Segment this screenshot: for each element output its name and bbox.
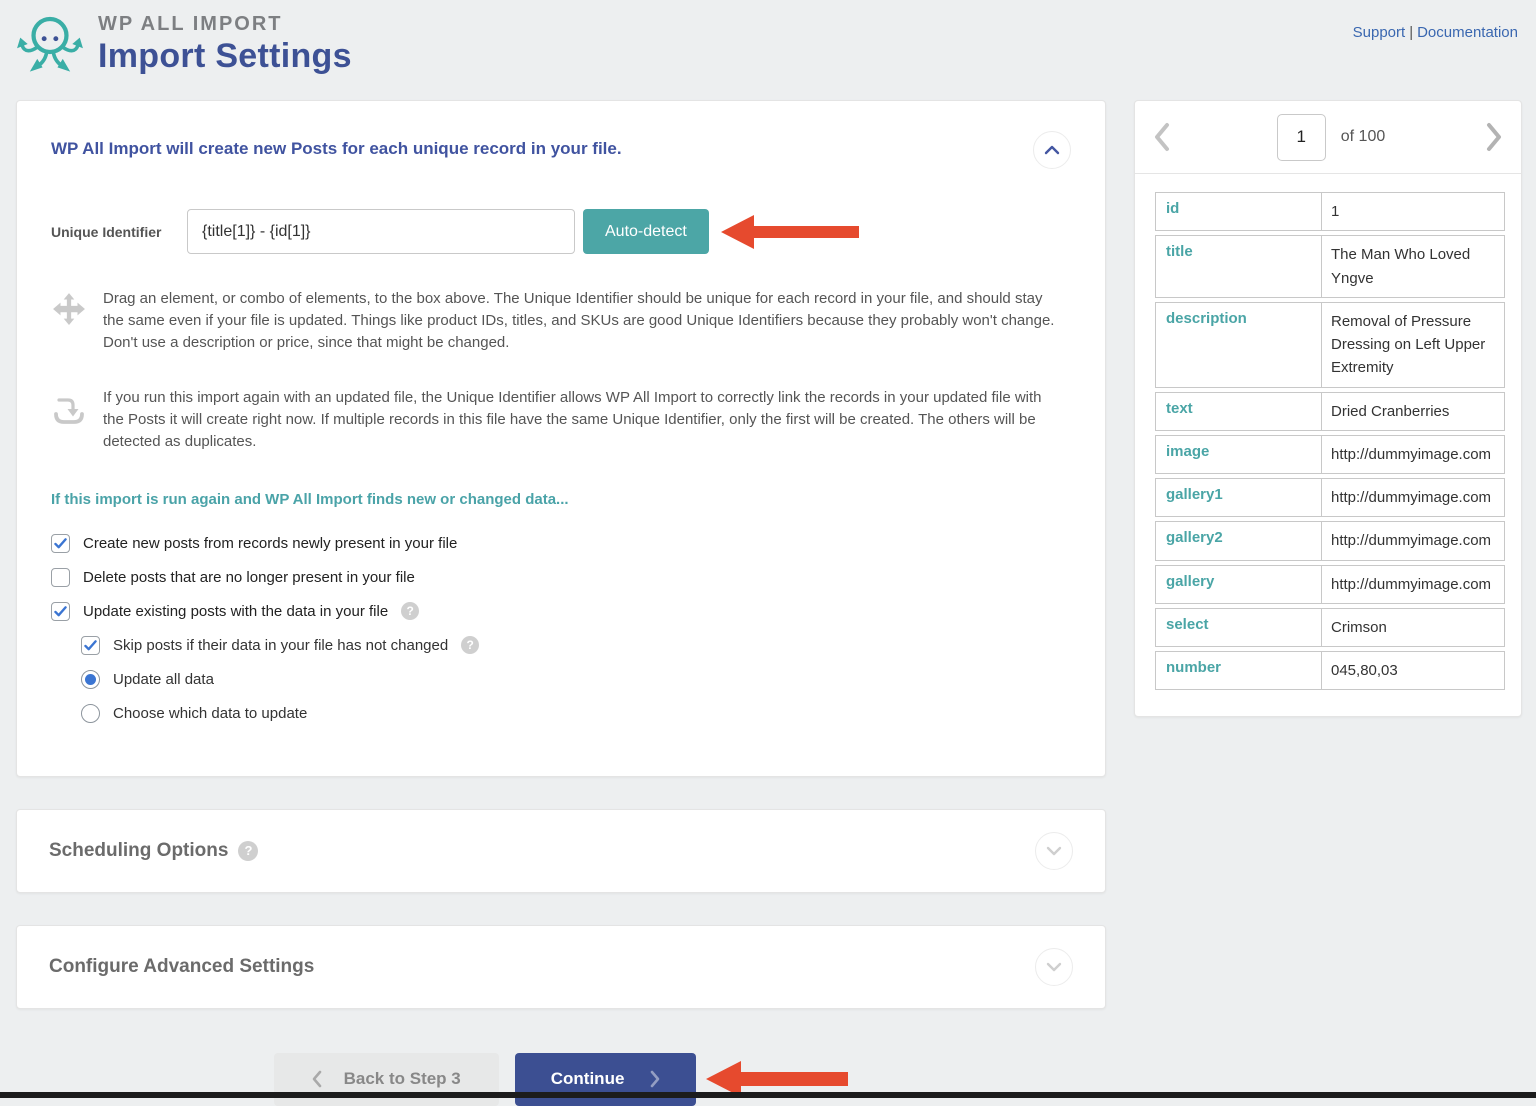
support-link[interactable]: Support bbox=[1353, 24, 1406, 41]
rerun-heading: If this import is run again and WP All I… bbox=[51, 491, 1071, 508]
record-count-label: of 100 bbox=[1341, 128, 1385, 146]
record-pagination: of 100 bbox=[1135, 101, 1521, 174]
record-key[interactable]: gallery1 bbox=[1156, 479, 1322, 516]
page-header: WP ALL IMPORT Import Settings Support|Do… bbox=[0, 0, 1536, 100]
record-number-input[interactable] bbox=[1277, 114, 1326, 161]
record-value: Crimson bbox=[1322, 609, 1504, 646]
record-key[interactable]: image bbox=[1156, 436, 1322, 473]
move-icon bbox=[52, 292, 86, 326]
advanced-settings-panel[interactable]: Configure Advanced Settings bbox=[16, 925, 1106, 1009]
drag-help-text: Drag an element, or combo of elements, t… bbox=[103, 288, 1065, 353]
record-value: http://dummyimage.com bbox=[1322, 522, 1504, 559]
option-label[interactable]: Choose which data to update bbox=[113, 705, 307, 722]
record-value: The Man Who Loved Yngve bbox=[1322, 236, 1504, 297]
record-value: http://dummyimage.com bbox=[1322, 566, 1504, 603]
brand-name: WP ALL IMPORT bbox=[98, 13, 352, 36]
download-icon bbox=[51, 391, 87, 427]
brand-block: WP ALL IMPORT Import Settings bbox=[16, 10, 352, 78]
option-label[interactable]: Create new posts from records newly pres… bbox=[83, 535, 457, 552]
octopus-logo-icon bbox=[16, 10, 84, 78]
chevron-right-icon bbox=[1486, 122, 1503, 152]
documentation-link[interactable]: Documentation bbox=[1417, 24, 1518, 41]
panel-heading: WP All Import will create new Posts for … bbox=[51, 131, 622, 159]
scheduling-options-panel[interactable]: Scheduling Options ? bbox=[16, 809, 1106, 893]
page-title: Import Settings bbox=[98, 37, 352, 76]
help-icon[interactable]: ? bbox=[238, 841, 258, 861]
chevron-down-icon bbox=[1046, 962, 1062, 972]
help-icon[interactable]: ? bbox=[401, 602, 419, 620]
check-icon bbox=[84, 640, 97, 651]
next-record-button[interactable] bbox=[1486, 122, 1503, 152]
check-icon bbox=[54, 606, 67, 617]
collapse-panel-button[interactable] bbox=[1033, 131, 1071, 169]
chevron-down-icon bbox=[1046, 846, 1062, 856]
table-row: gallery http://dummyimage.com bbox=[1155, 565, 1505, 604]
option-create-new-posts: Create new posts from records newly pres… bbox=[51, 534, 1071, 553]
record-key[interactable]: select bbox=[1156, 609, 1322, 646]
advanced-settings-title: Configure Advanced Settings bbox=[49, 956, 314, 978]
expand-advanced-button[interactable] bbox=[1035, 948, 1073, 986]
record-key[interactable]: title bbox=[1156, 236, 1322, 297]
back-button-label: Back to Step 3 bbox=[344, 1069, 461, 1089]
unique-identifier-label: Unique Identifier bbox=[51, 224, 187, 240]
delete-posts-checkbox[interactable] bbox=[51, 568, 70, 587]
check-icon bbox=[54, 538, 67, 549]
table-row: gallery1 http://dummyimage.com bbox=[1155, 478, 1505, 517]
table-row: title The Man Who Loved Yngve bbox=[1155, 235, 1505, 298]
chevron-right-icon bbox=[650, 1070, 660, 1088]
expand-scheduling-button[interactable] bbox=[1035, 832, 1073, 870]
red-arrow-annotation-icon bbox=[721, 213, 859, 251]
header-links: Support|Documentation bbox=[1353, 24, 1518, 41]
table-row: gallery2 http://dummyimage.com bbox=[1155, 521, 1505, 560]
option-label[interactable]: Update all data bbox=[113, 671, 214, 688]
chevron-left-icon bbox=[1153, 122, 1170, 152]
window-bottom-edge bbox=[0, 1092, 1536, 1098]
chevron-left-icon bbox=[312, 1070, 322, 1088]
record-table: id 1 title The Man Who Loved Yngve descr… bbox=[1135, 174, 1521, 716]
record-key[interactable]: gallery bbox=[1156, 566, 1322, 603]
option-update-existing: Update existing posts with the data in y… bbox=[51, 602, 1071, 621]
create-new-posts-checkbox[interactable] bbox=[51, 534, 70, 553]
record-value: 1 bbox=[1322, 193, 1504, 230]
table-row: image http://dummyimage.com bbox=[1155, 435, 1505, 474]
update-existing-checkbox[interactable] bbox=[51, 602, 70, 621]
option-label[interactable]: Skip posts if their data in your file ha… bbox=[113, 637, 448, 654]
record-value: http://dummyimage.com bbox=[1322, 479, 1504, 516]
table-row: text Dried Cranberries bbox=[1155, 392, 1505, 431]
record-key[interactable]: description bbox=[1156, 303, 1322, 387]
unique-identifier-input[interactable] bbox=[187, 209, 575, 254]
option-skip-posts: Skip posts if their data in your file ha… bbox=[81, 636, 1071, 655]
skip-posts-checkbox[interactable] bbox=[81, 636, 100, 655]
choose-data-radio[interactable] bbox=[81, 704, 100, 723]
record-key[interactable]: gallery2 bbox=[1156, 522, 1322, 559]
import-settings-panel: WP All Import will create new Posts for … bbox=[16, 100, 1106, 777]
scheduling-options-title: Scheduling Options bbox=[49, 840, 228, 862]
record-value: Dried Cranberries bbox=[1322, 393, 1504, 430]
option-choose-data: Choose which data to update bbox=[81, 704, 1071, 723]
option-delete-posts: Delete posts that are no longer present … bbox=[51, 568, 1071, 587]
rerun-help-text: If you run this import again with an upd… bbox=[103, 387, 1065, 452]
help-icon[interactable]: ? bbox=[461, 636, 479, 654]
record-value: http://dummyimage.com bbox=[1322, 436, 1504, 473]
update-all-data-radio[interactable] bbox=[81, 670, 100, 689]
table-row: select Crimson bbox=[1155, 608, 1505, 647]
record-value: Removal of Pressure Dressing on Left Upp… bbox=[1322, 303, 1504, 387]
table-row: number 045,80,03 bbox=[1155, 651, 1505, 690]
record-key[interactable]: id bbox=[1156, 193, 1322, 230]
option-update-all-data: Update all data bbox=[81, 670, 1071, 689]
continue-button-label: Continue bbox=[551, 1069, 625, 1089]
record-key[interactable]: number bbox=[1156, 652, 1322, 689]
table-row: description Removal of Pressure Dressing… bbox=[1155, 302, 1505, 388]
record-preview-panel: of 100 id 1 title The Man Who Loved Yngv… bbox=[1134, 100, 1522, 717]
auto-detect-button[interactable]: Auto-detect bbox=[583, 209, 709, 254]
link-separator: | bbox=[1409, 24, 1413, 41]
chevron-up-icon bbox=[1044, 145, 1060, 155]
previous-record-button[interactable] bbox=[1153, 122, 1170, 152]
option-label[interactable]: Update existing posts with the data in y… bbox=[83, 603, 388, 620]
table-row: id 1 bbox=[1155, 192, 1505, 231]
record-value: 045,80,03 bbox=[1322, 652, 1504, 689]
record-key[interactable]: text bbox=[1156, 393, 1322, 430]
option-label[interactable]: Delete posts that are no longer present … bbox=[83, 569, 415, 586]
